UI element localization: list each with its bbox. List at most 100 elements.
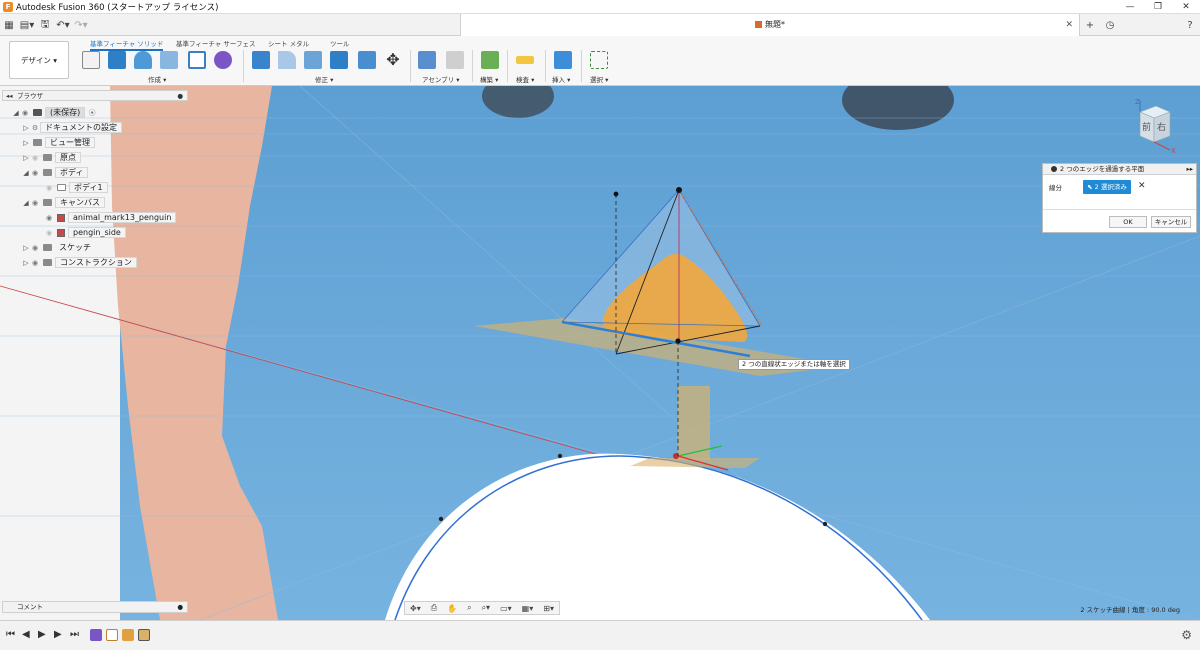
visibility-eye-icon[interactable]: ◉ <box>44 184 54 192</box>
move-icon[interactable]: ✥ <box>384 51 402 69</box>
browser-root[interactable]: ◢ ◉ (未保存) ⦿ <box>12 107 97 118</box>
timeline-settings-gear-icon[interactable]: ⚙ <box>1181 628 1192 642</box>
viewports-icon[interactable]: ⊞▾ <box>543 604 554 613</box>
guide-point[interactable] <box>613 191 619 197</box>
browser-item[interactable]: ◢ ◉ キャンバス <box>22 197 105 208</box>
browser-item[interactable]: ▷ ◉ 原点 <box>22 152 81 163</box>
zoom-icon[interactable]: ⌕ <box>467 603 471 613</box>
create-group-label[interactable]: 作成 ▾ <box>148 74 166 84</box>
pan-icon[interactable]: ✋ <box>447 604 457 613</box>
modify-group-label[interactable]: 修正 ▾ <box>315 74 333 84</box>
inspect-group-label[interactable]: 検査 ▾ <box>516 74 534 84</box>
measure-icon[interactable] <box>516 56 534 64</box>
save-icon[interactable]: 🖫 <box>36 17 54 34</box>
select-icon[interactable] <box>590 51 608 69</box>
combine-icon[interactable] <box>358 51 376 69</box>
construct-group-label[interactable]: 構築 ▾ <box>480 74 498 84</box>
chamfer-icon[interactable] <box>304 51 322 69</box>
grid-settings-icon[interactable]: ▦▾ <box>522 604 534 613</box>
browser-header[interactable]: ◂◂ ブラウザ ● <box>2 90 188 101</box>
browser-item[interactable]: ◉ pengin_side <box>44 227 126 238</box>
insert-group-label[interactable]: 挿入 ▾ <box>552 74 570 84</box>
expand-icon[interactable]: ▷ <box>22 124 30 132</box>
display-settings-icon[interactable]: ▭▾ <box>500 604 512 613</box>
dialog-header[interactable]: 2 つのエッジを通過する平面 ▸▸ <box>1043 164 1196 175</box>
viewcube-right-label[interactable]: 右 <box>1157 121 1166 133</box>
tab-sheet-metal[interactable]: シート メタル <box>268 38 309 48</box>
selection-button[interactable]: ⬉ 2 選択済み <box>1083 180 1131 194</box>
viewcube-front-label[interactable]: 前 <box>1142 121 1151 133</box>
expand-icon[interactable]: ▷ <box>22 259 30 267</box>
workspace-design-button[interactable]: デザイン ▾ <box>9 41 69 79</box>
create-form-icon[interactable] <box>214 51 232 69</box>
extrude-icon[interactable] <box>108 51 126 69</box>
viewcube[interactable]: Z 前 右 X <box>1130 98 1190 158</box>
browser-item[interactable]: ◉ ボディ1 <box>44 182 108 193</box>
visibility-eye-icon[interactable]: ◉ <box>44 229 54 237</box>
plane-center-point[interactable] <box>675 338 681 344</box>
sketch-point[interactable] <box>557 453 563 459</box>
expand-icon[interactable]: ▷ <box>22 154 30 162</box>
visibility-eye-icon[interactable]: ◉ <box>20 109 30 117</box>
new-tab-icon[interactable]: + <box>1080 20 1100 31</box>
visibility-eye-icon[interactable]: ◉ <box>30 199 40 207</box>
undo-icon[interactable]: ↶▾ <box>54 20 72 31</box>
insert-image-icon[interactable] <box>554 51 572 69</box>
pin-icon[interactable]: ● <box>177 91 183 101</box>
restore-icon[interactable]: ❐ <box>1144 0 1172 14</box>
apex-point[interactable] <box>676 187 682 193</box>
pattern-icon[interactable] <box>188 51 206 69</box>
create-sketch-icon[interactable] <box>82 51 100 69</box>
visibility-eye-icon[interactable]: ◉ <box>30 169 40 177</box>
sketch-point[interactable] <box>438 516 444 522</box>
help-icon[interactable]: ? <box>1180 20 1200 31</box>
tab-surface[interactable]: 基準フィーチャ サーフェス <box>176 38 255 48</box>
browser-item[interactable]: ▷ ビュー管理 <box>22 137 95 148</box>
viewport-scene[interactable] <box>0 86 1200 620</box>
ok-button[interactable]: OK <box>1109 216 1147 228</box>
expand-icon[interactable]: ◢ <box>12 109 20 117</box>
viewcube-graphic[interactable]: Z 前 右 X <box>1130 98 1190 158</box>
play-icon[interactable]: ▶ <box>38 629 46 640</box>
step-back-icon[interactable]: ◀ <box>22 629 30 640</box>
assemble-group-label[interactable]: アセンブリ ▾ <box>422 74 460 84</box>
collapse-icon[interactable]: ◂◂ <box>6 91 13 101</box>
zoom-window-icon[interactable]: ⌕▾ <box>482 603 491 613</box>
sketch-point[interactable] <box>822 521 828 527</box>
visibility-eye-icon[interactable]: ◉ <box>30 244 40 252</box>
expand-icon[interactable]: ▷ <box>22 244 30 252</box>
timeline-sketch-feature-icon[interactable] <box>106 629 118 641</box>
minimize-icon[interactable]: — <box>1116 0 1144 14</box>
look-at-icon[interactable]: ⎙ <box>431 603 437 613</box>
visibility-eye-icon[interactable]: ◉ <box>30 154 40 162</box>
cancel-button[interactable]: キャンセル <box>1151 216 1191 228</box>
step-forward-icon[interactable]: ▶ <box>54 629 62 640</box>
press-pull-icon[interactable] <box>252 51 270 69</box>
revolve-icon[interactable] <box>134 51 152 69</box>
job-status-icon[interactable]: ◷ <box>1100 20 1120 31</box>
close-tab-icon[interactable]: ✕ <box>1065 14 1073 36</box>
close-icon[interactable]: ✕ <box>1172 0 1200 14</box>
expand-icon[interactable]: ▷ <box>22 139 30 147</box>
select-group-label[interactable]: 選択 ▾ <box>590 74 608 84</box>
activate-radio-icon[interactable]: ⦿ <box>87 108 97 118</box>
fillet-icon[interactable] <box>278 51 296 69</box>
data-panel-grid-icon[interactable]: ▦ <box>0 20 18 31</box>
go-to-start-icon[interactable]: ⏮ <box>6 629 15 640</box>
sweep-icon[interactable] <box>160 51 178 69</box>
browser-item[interactable]: ▷ ◉ コンストラクション <box>22 257 137 268</box>
tab-tools[interactable]: ツール <box>330 38 350 48</box>
expand-icon[interactable]: ◢ <box>22 199 30 207</box>
timeline-plane-feature-icon[interactable] <box>138 629 150 641</box>
expand-icon[interactable]: ◢ <box>22 169 30 177</box>
browser-item[interactable]: ▷ ⚙ ドキュメントの設定 <box>22 122 122 133</box>
visibility-eye-icon[interactable]: ◉ <box>44 214 54 222</box>
offset-plane-icon[interactable] <box>481 51 499 69</box>
canvas-viewport[interactable] <box>0 86 1200 620</box>
browser-item[interactable]: ◢ ◉ ボディ <box>22 167 89 178</box>
visibility-eye-icon[interactable]: ◉ <box>30 259 40 267</box>
browser-item[interactable]: ◉ animal_mark13_penguin <box>44 212 177 223</box>
timeline-canvas-feature-icon[interactable] <box>122 629 134 641</box>
tab-solid[interactable]: 基準フィーチャ ソリッド <box>90 38 164 51</box>
browser-item[interactable]: ▷ ◉ スケッチ <box>22 242 95 253</box>
